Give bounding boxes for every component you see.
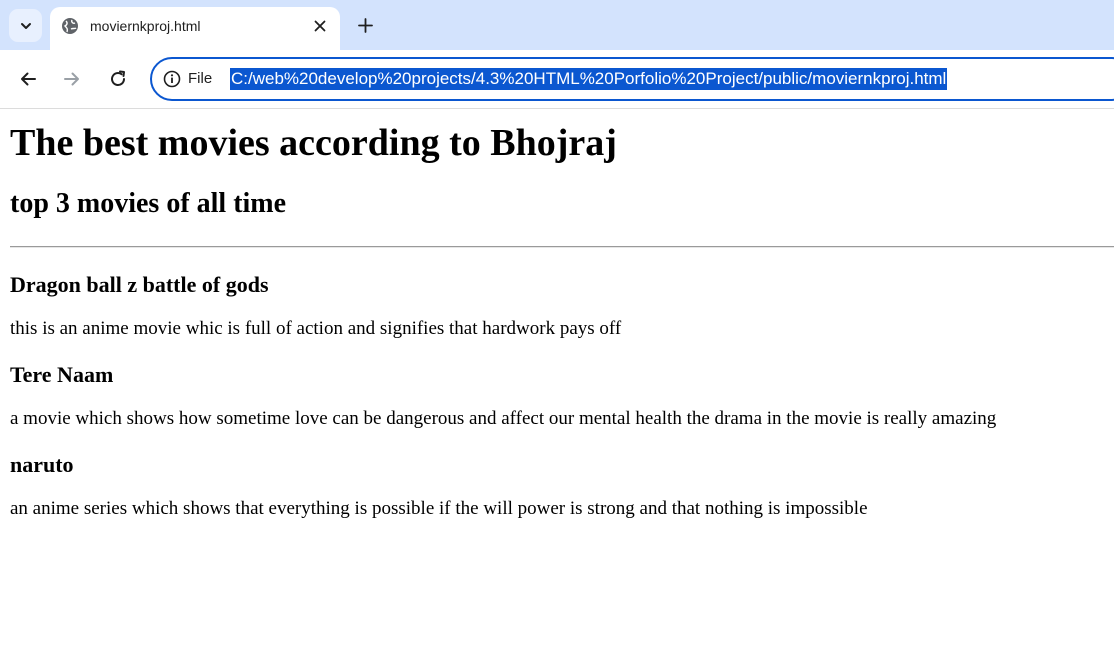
tab-title: moviernkproj.html	[90, 18, 201, 34]
tab-close-button[interactable]	[310, 16, 330, 36]
movie-title: naruto	[10, 452, 74, 477]
new-tab-button[interactable]	[354, 14, 376, 36]
close-icon	[314, 20, 326, 32]
chevron-down-icon	[20, 22, 31, 29]
tab-strip: moviernkproj.html	[0, 0, 1114, 50]
back-arrow-icon	[21, 72, 36, 86]
tab-search-button[interactable]	[9, 9, 42, 42]
back-button[interactable]	[16, 67, 40, 91]
movie-title: Dragon ball z battle of gods	[10, 272, 269, 297]
page-title: The best movies according to Bhojraj	[10, 122, 617, 164]
movie-description: a movie which shows how sometime love ca…	[10, 408, 997, 429]
info-icon[interactable]	[163, 70, 181, 88]
address-bar[interactable]: File C:/web%20develop%20projects/4.3%20H…	[150, 57, 1114, 101]
divider	[10, 246, 1114, 248]
page-subtitle: top 3 movies of all time	[10, 188, 287, 219]
tab-active[interactable]: moviernkproj.html	[50, 7, 340, 50]
url-input[interactable]: C:/web%20develop%20projects/4.3%20HTML%2…	[230, 68, 948, 90]
movie-title: Tere Naam	[10, 362, 114, 387]
reload-button[interactable]	[106, 67, 130, 91]
movie-description: an anime series which shows that everyth…	[10, 498, 868, 519]
browser-toolbar: File C:/web%20develop%20projects/4.3%20H…	[0, 50, 1114, 109]
plus-icon	[357, 17, 373, 33]
forward-button[interactable]	[60, 67, 84, 91]
movie-description: this is an anime movie whic is full of a…	[10, 318, 622, 339]
security-chip-label[interactable]: File	[188, 70, 212, 88]
globe-icon	[62, 18, 78, 34]
forward-arrow-icon	[64, 72, 79, 86]
reload-icon	[111, 70, 125, 86]
page-content: The best movies according to Bhojraj top…	[0, 121, 1114, 520]
